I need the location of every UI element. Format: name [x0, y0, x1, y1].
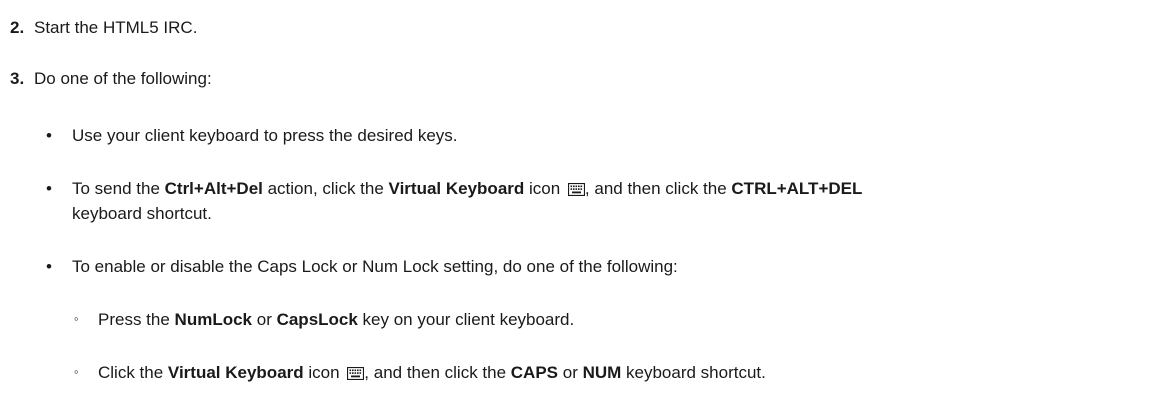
list-item-text: To enable or disable the Caps Lock or Nu… — [72, 257, 678, 276]
keyboard-icon — [567, 180, 586, 202]
text-run: or — [252, 310, 277, 329]
ui-term: Virtual Keyboard — [388, 179, 525, 198]
text-run: Click the — [98, 363, 168, 382]
list-item-text: Use your client keyboard to press the de… — [72, 126, 458, 145]
ui-term: Virtual Keyboard — [167, 363, 304, 382]
text-run: keyboard shortcut. — [621, 363, 766, 382]
shortcut-name: CAPS — [510, 363, 559, 382]
list-item-text: To send the Ctrl+Alt+Del action, click t… — [72, 178, 862, 202]
step-text: Start the HTML5 IRC. — [34, 18, 198, 37]
bullet-marker: • — [46, 126, 52, 145]
text-run: To send the — [72, 179, 165, 198]
sub-list-item-text: Click the Virtual Keyboard icon , and th… — [98, 362, 766, 386]
step-3: 3. Do one of the following: — [10, 68, 212, 90]
text-run: icon — [524, 179, 565, 198]
text-run: , and then click the — [584, 179, 732, 198]
key-name: NumLock — [174, 310, 253, 329]
key-combo: Ctrl+Alt+Del — [164, 179, 263, 198]
document-body: 2. Start the HTML5 IRC. 3. Do one of the f… — [0, 0, 1166, 398]
sub-bullet-marker: ◦ — [74, 311, 79, 326]
list-item-continuation: keyboard shortcut. — [72, 204, 212, 223]
text-run: Press the — [98, 310, 175, 329]
text-run: icon — [303, 363, 345, 382]
sub-bullet-marker: ◦ — [74, 364, 79, 379]
keyboard-icon — [347, 364, 365, 386]
step-number: 3. — [10, 69, 25, 88]
text-run: key on your client keyboard. — [357, 310, 575, 329]
step-2: 2. Start the HTML5 IRC. — [10, 17, 197, 39]
text-run: , and then click the — [364, 363, 511, 382]
shortcut-name: CTRL+ALT+DEL — [731, 179, 863, 198]
text-run: or — [558, 363, 583, 382]
bullet-marker: • — [46, 257, 52, 276]
sub-list-item-text: Press the NumLock or CapsLock key on you… — [98, 309, 574, 331]
shortcut-name: NUM — [582, 363, 622, 382]
key-name: CapsLock — [276, 310, 358, 329]
step-number: 2. — [10, 18, 25, 37]
text-run: action, click the — [262, 179, 389, 198]
step-text: Do one of the following: — [34, 69, 212, 88]
bullet-marker: • — [46, 179, 52, 198]
